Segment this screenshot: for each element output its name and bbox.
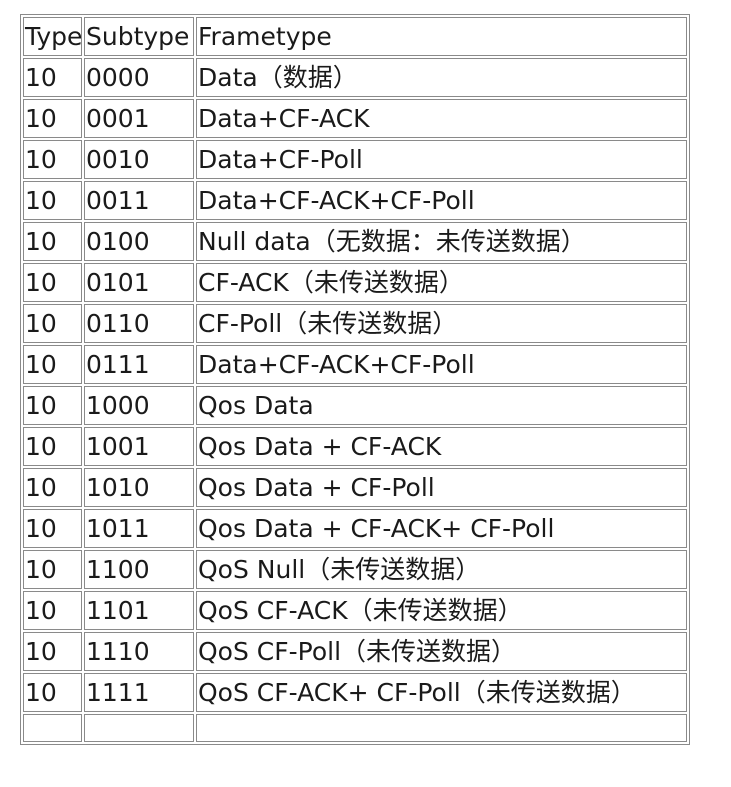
cell-subtype: 1110	[84, 632, 194, 671]
cell-frametype: CF-Poll（未传送数据）	[196, 304, 687, 343]
cell-subtype: 0001	[84, 99, 194, 138]
cell-type: 10	[23, 58, 82, 97]
empty-cell	[23, 714, 82, 742]
table-row: 10 1001 Qos Data + CF-ACK	[23, 427, 687, 466]
cell-frametype: Data+CF-Poll	[196, 140, 687, 179]
cell-subtype: 0100	[84, 222, 194, 261]
cell-frametype: Qos Data + CF-ACK+ CF-Poll	[196, 509, 687, 548]
cell-subtype: 1111	[84, 673, 194, 712]
cell-type: 10	[23, 509, 82, 548]
cell-subtype: 1000	[84, 386, 194, 425]
cell-subtype: 0101	[84, 263, 194, 302]
cell-type: 10	[23, 263, 82, 302]
header-frametype: Frametype	[196, 17, 687, 56]
cell-type: 10	[23, 140, 82, 179]
cell-type: 10	[23, 304, 82, 343]
cell-subtype: 0111	[84, 345, 194, 384]
cell-subtype: 0011	[84, 181, 194, 220]
table-row: 10 0000 Data（数据）	[23, 58, 687, 97]
cell-type: 10	[23, 222, 82, 261]
cell-frametype: QoS CF-ACK（未传送数据）	[196, 591, 687, 630]
header-subtype: Subtype	[84, 17, 194, 56]
table-row: 10 0110 CF-Poll（未传送数据）	[23, 304, 687, 343]
cell-type: 10	[23, 632, 82, 671]
cell-frametype: Data+CF-ACK	[196, 99, 687, 138]
table-row: 10 0100 Null data（无数据：未传送数据）	[23, 222, 687, 261]
cell-type: 10	[23, 386, 82, 425]
cell-frametype: Data（数据）	[196, 58, 687, 97]
cell-frametype: Data+CF-ACK+CF-Poll	[196, 181, 687, 220]
table-row: 10 0111 Data+CF-ACK+CF-Poll	[23, 345, 687, 384]
empty-table-row	[23, 714, 687, 742]
cell-subtype: 1010	[84, 468, 194, 507]
table-row: 10 1010 Qos Data + CF-Poll	[23, 468, 687, 507]
cell-subtype: 0010	[84, 140, 194, 179]
table-row: 10 0101 CF-ACK（未传送数据）	[23, 263, 687, 302]
cell-type: 10	[23, 181, 82, 220]
cell-type: 10	[23, 427, 82, 466]
cell-subtype: 1001	[84, 427, 194, 466]
header-type: Type	[23, 17, 82, 56]
cell-type: 10	[23, 550, 82, 589]
cell-frametype: QoS CF-Poll（未传送数据）	[196, 632, 687, 671]
table-row: 10 1011 Qos Data + CF-ACK+ CF-Poll	[23, 509, 687, 548]
cell-type: 10	[23, 99, 82, 138]
cell-subtype: 0110	[84, 304, 194, 343]
cell-frametype: Qos Data	[196, 386, 687, 425]
cell-frametype: QoS Null（未传送数据）	[196, 550, 687, 589]
cell-subtype: 0000	[84, 58, 194, 97]
cell-frametype: Null data（无数据：未传送数据）	[196, 222, 687, 261]
cell-frametype: Qos Data + CF-Poll	[196, 468, 687, 507]
table-body: Type Subtype Frametype 10 0000 Data（数据） 10 0…	[23, 17, 687, 742]
cell-frametype: Qos Data + CF-ACK	[196, 427, 687, 466]
table-row: 10 1000 Qos Data	[23, 386, 687, 425]
table-row: 10 1100 QoS Null（未传送数据）	[23, 550, 687, 589]
empty-cell	[196, 714, 687, 742]
cell-type: 10	[23, 468, 82, 507]
cell-type: 10	[23, 591, 82, 630]
cell-frametype: QoS CF-ACK+ CF-Poll（未传送数据）	[196, 673, 687, 712]
table-row: 10 0001 Data+CF-ACK	[23, 99, 687, 138]
table-row: 10 1110 QoS CF-Poll（未传送数据）	[23, 632, 687, 671]
cell-frametype: Data+CF-ACK+CF-Poll	[196, 345, 687, 384]
cell-subtype: 1100	[84, 550, 194, 589]
table-row: 10 0010 Data+CF-Poll	[23, 140, 687, 179]
cell-type: 10	[23, 345, 82, 384]
frame-type-table: Type Subtype Frametype 10 0000 Data（数据） 10 0…	[20, 14, 690, 745]
cell-subtype: 1101	[84, 591, 194, 630]
cell-frametype: CF-ACK（未传送数据）	[196, 263, 687, 302]
table-header-row: Type Subtype Frametype	[23, 17, 687, 56]
table-row: 10 1111 QoS CF-ACK+ CF-Poll（未传送数据）	[23, 673, 687, 712]
empty-cell	[84, 714, 194, 742]
cell-type: 10	[23, 673, 82, 712]
table-row: 10 1101 QoS CF-ACK（未传送数据）	[23, 591, 687, 630]
cell-subtype: 1011	[84, 509, 194, 548]
table-row: 10 0011 Data+CF-ACK+CF-Poll	[23, 181, 687, 220]
